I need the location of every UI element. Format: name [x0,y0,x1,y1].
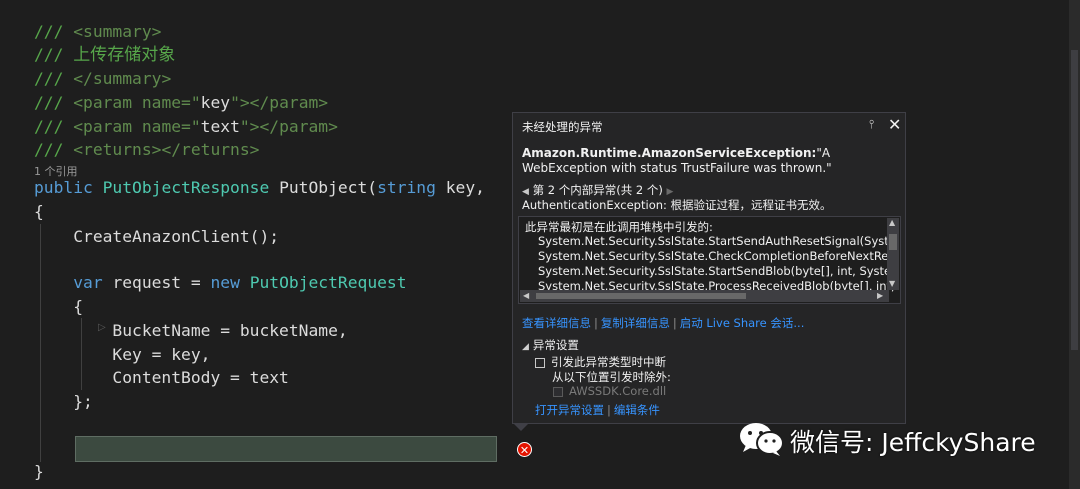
watermark-text: 微信号: JeffckyShare [790,428,1036,457]
code-line[interactable]: /// 上传存储对象 [34,43,175,67]
exception-type: Amazon.Runtime.AmazonServiceException: [522,146,817,160]
code-line[interactable]: BucketName = bucketName, [34,319,348,343]
action-links: 查看详细信息 | 复制详细信息 | 启动 Live Share 会话... [522,316,805,330]
collapse-triangle-icon[interactable]: ◢ [522,342,529,352]
code-token: { [34,202,44,221]
scroll-right-icon[interactable]: ▶ [877,291,883,300]
code-token: 上传存储对象 [73,45,176,65]
pin-icon[interactable]: ⫯ [869,117,874,132]
error-icon[interactable]: ✕ [517,442,532,457]
code-token: Key = key, [34,345,211,364]
code-token: } [34,462,44,481]
vertical-scroll-thumb[interactable] [889,234,897,250]
code-token: /// [34,22,74,41]
code-line[interactable]: var request = new PutObjectRequest [34,271,407,295]
break-label: 引发此异常类型时中断 [551,355,666,369]
code-token: <param name=" [73,117,201,136]
code-line[interactable]: } [34,460,44,484]
view-details-link[interactable]: 查看详细信息 [522,316,591,330]
code-token: { [34,297,84,316]
code-line[interactable]: /// <param name="text"></param> [34,115,338,139]
wechat-logo-icon [740,423,784,456]
code-line[interactable]: { [34,295,83,319]
code-line[interactable]: Key = key, [34,343,210,367]
horizontal-scroll-thumb[interactable] [536,293,746,299]
inner-exception-nav: ◀ 第 2 个内部异常(共 2 个) ▶ [522,182,673,198]
start-live-share-link[interactable]: 启动 Live Share 会话... [680,316,805,330]
code-token: <returns></returns> [73,140,260,159]
code-token: "></param> [230,93,329,112]
code-token: new [210,273,250,292]
code-token: /// [34,69,74,88]
scroll-left-icon[interactable]: ◀ [523,291,529,300]
break-on-throw-row[interactable]: 引发此异常类型时中断 [535,354,666,370]
close-icon[interactable]: ✕ [888,115,901,134]
code-token: ContentBody = text [34,368,289,387]
copy-details-link[interactable]: 复制详细信息 [601,316,670,330]
scroll-up-icon[interactable]: ▲ [889,218,895,227]
code-line[interactable]: { [34,200,44,224]
code-line[interactable]: /// <summary> [34,20,161,44]
code-token: <param name=" [73,93,201,112]
code-token: /// [34,117,74,136]
code-line[interactable]: ContentBody = text [34,366,289,390]
next-inner-exception-icon[interactable]: ▶ [666,187,673,197]
code-token: <summary> [73,22,162,41]
code-token: PutObjectRequest [249,273,407,292]
inner-exception-message: AuthenticationException: 根据验证过程，远程证书无效。 [522,198,832,212]
code-line[interactable]: /// <param name="key"></param> [34,91,328,115]
code-token: text [200,117,240,136]
code-token: /// [34,45,74,64]
edit-conditions-link[interactable]: 编辑条件 [614,403,660,417]
code-token: /// [34,93,74,112]
code-token: "></param> [239,117,338,136]
except-when-label: 从以下位置引发时除外: [552,370,671,384]
code-token: request = [102,273,211,292]
code-token: BucketName = bucketName, [34,321,348,340]
editor-scrollbar[interactable] [1069,0,1080,489]
code-line[interactable]: public PutObjectResponse PutObject(strin… [34,176,485,200]
code-token: /// [34,140,74,159]
current-statement-highlight [75,436,497,462]
code-token: var [73,273,103,292]
quick-action-icon[interactable]: ▷ [98,322,106,333]
code-token: }; [34,392,93,411]
code-line[interactable]: /// </summary> [34,67,171,91]
code-token: public [34,178,103,197]
stack-frame[interactable]: System.Net.Security.SslState.StartSendAu… [538,234,896,248]
code-token: key, [435,178,485,197]
exception-settings-header[interactable]: ◢ 异常设置 [522,337,579,353]
module-label: AWSSDK.Core.dll [569,384,667,398]
settings-links: 打开异常设置 | 编辑条件 [535,403,660,417]
popup-pointer [513,423,529,431]
exception-helper-popup: 未经处理的异常 ⫯ ✕ Amazon.Runtime.AmazonService… [512,112,906,424]
stack-frame[interactable]: System.Net.Security.SslState.StartSendBl… [538,264,898,278]
stack-frame[interactable]: System.Net.Security.SslState.CheckComple… [538,249,895,263]
exception-settings-label: 异常设置 [532,338,579,352]
open-exception-settings-link[interactable]: 打开异常设置 [535,403,604,417]
code-token: </summary> [73,69,172,88]
code-token: CreateAnazonClient(); [34,227,280,246]
call-stack-box[interactable]: 此异常最初是在此调用堆栈中引发的: System.Net.Security.Ss… [518,216,901,304]
code-line[interactable]: }; [34,390,93,414]
inner-exception-counter: 第 2 个内部异常(共 2 个) [532,183,663,197]
code-token: PutObject( [269,178,378,197]
scroll-down-icon[interactable]: ▼ [889,279,895,288]
code-token: key [200,93,231,112]
code-line[interactable]: CreateAnazonClient(); [34,225,279,249]
popup-title: 未经处理的异常 [522,120,603,134]
call-stack-vertical-scrollbar[interactable]: ▲ ▼ [887,218,899,290]
code-line[interactable]: /// <returns></returns> [34,138,259,162]
code-token: PutObjectResponse [102,178,270,197]
module-exclusion-row: AWSSDK.Core.dll [553,384,666,398]
scrollbar-thumb[interactable] [1071,50,1078,350]
code-token: string [377,178,436,197]
call-stack-header: 此异常最初是在此调用堆栈中引发的: [525,220,713,234]
previous-inner-exception-icon[interactable]: ◀ [522,187,529,197]
module-checkbox [553,386,563,397]
break-checkbox[interactable] [535,357,545,368]
exception-message: Amazon.Runtime.AmazonServiceException:"A… [522,146,894,176]
